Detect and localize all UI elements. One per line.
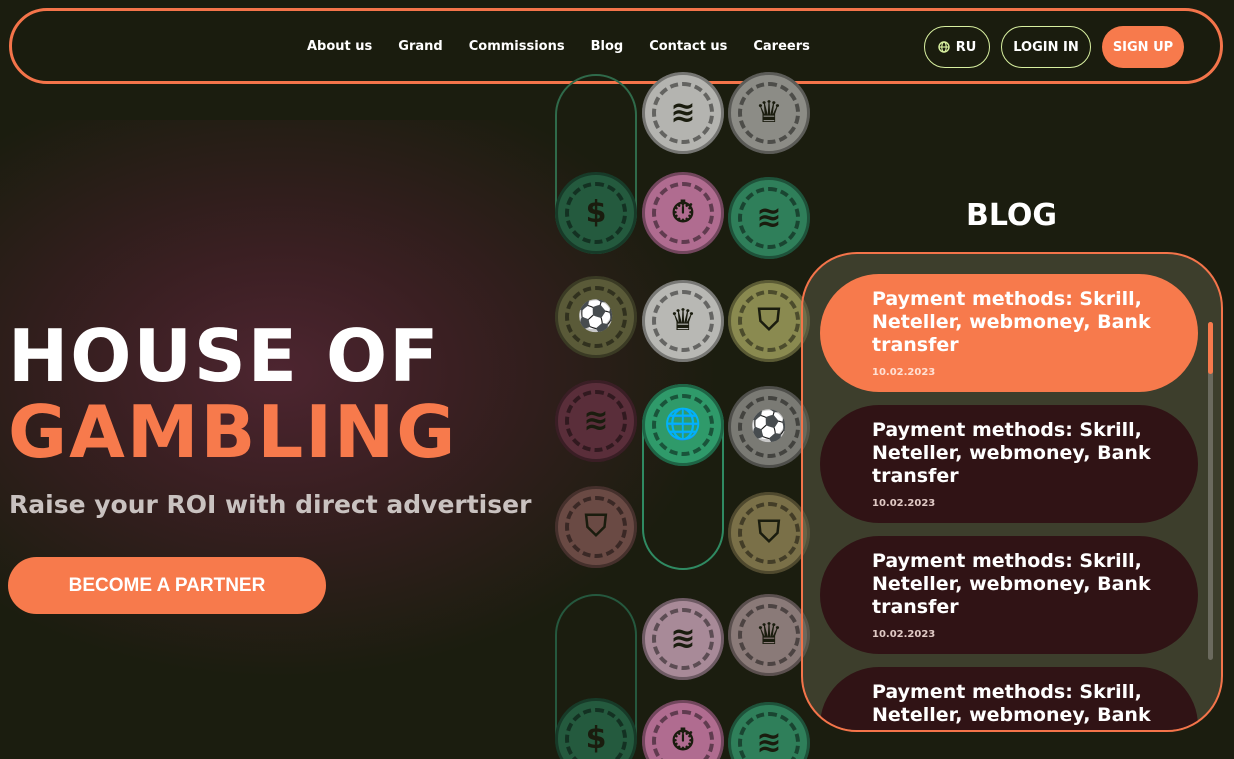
- nav-link-commissions[interactable]: Commissions: [469, 39, 565, 54]
- signup-button[interactable]: SIGN UP: [1102, 26, 1184, 68]
- crown-chip-icon: ♛: [728, 594, 810, 676]
- blog-card-title: Payment methods: Skrill, Neteller, webmo…: [872, 419, 1151, 487]
- shield-chip-icon: ⛉: [555, 486, 637, 568]
- logo-chip-icon: ≋: [728, 177, 810, 259]
- nav-link-blog[interactable]: Blog: [591, 39, 624, 54]
- nav-links: About us Grand Commissions Blog Contact …: [307, 11, 810, 81]
- logo-chip-icon: ≋: [728, 702, 810, 759]
- logo-chip-icon: ≋: [555, 380, 637, 462]
- crown-chip-icon: ♛: [728, 72, 810, 154]
- blog-card-title: Payment methods: Skrill, Neteller, webmo…: [872, 681, 1151, 730]
- nav-link-contact-us[interactable]: Contact us: [649, 39, 727, 54]
- top-navbar: About us Grand Commissions Blog Contact …: [9, 8, 1223, 84]
- hero-title: HOUSE OF GAMBLING: [8, 318, 457, 470]
- nav-link-grand[interactable]: Grand: [398, 39, 442, 54]
- logo-chip-icon: ≋: [642, 598, 724, 680]
- blog-card-title: Payment methods: Skrill, Neteller, webmo…: [872, 288, 1151, 356]
- blog-card-title: Payment methods: Skrill, Neteller, webmo…: [872, 550, 1151, 618]
- blog-panel: Payment methods: Skrill, Neteller, webmo…: [801, 252, 1223, 732]
- timer-chip-icon: ⏱: [642, 700, 724, 759]
- login-button[interactable]: LOGIN IN: [1001, 26, 1091, 68]
- blog-card[interactable]: Payment methods: Skrill, Neteller, webmo…: [820, 536, 1198, 654]
- dollar-chip-icon: $: [555, 172, 637, 254]
- football-chip-icon: ⚽: [555, 276, 637, 358]
- hero-subtitle: Raise your ROI with direct advertiser: [9, 490, 532, 519]
- blog-card[interactable]: Payment methods: Skrill, Neteller, webmo…: [820, 405, 1198, 523]
- blog-card-date: 10.02.2023: [872, 367, 936, 378]
- blog-scrollbar-thumb[interactable]: [1208, 322, 1213, 374]
- blog-card-date: 10.02.2023: [872, 498, 936, 509]
- language-label: RU: [955, 39, 977, 55]
- hero-title-line1: HOUSE OF: [8, 314, 441, 398]
- nav-link-about-us[interactable]: About us: [307, 39, 372, 54]
- globe-icon: [938, 41, 950, 53]
- globe-chip-icon: 🌐: [642, 384, 724, 466]
- timer-chip-icon: ⏱: [642, 172, 724, 254]
- logo-chip-icon: ≋: [642, 72, 724, 154]
- crown-chip-icon: ♛: [642, 280, 724, 362]
- football-chip-icon: ⚽: [728, 386, 810, 468]
- blog-card[interactable]: Payment methods: Skrill, Neteller, webmo…: [820, 667, 1198, 730]
- hero-title-line2: GAMBLING: [8, 390, 458, 474]
- blog-card[interactable]: Payment methods: Skrill, Neteller, webmo…: [820, 274, 1198, 392]
- blog-card-date: 10.02.2023: [872, 629, 936, 640]
- become-partner-button[interactable]: BECOME A PARTNER: [8, 557, 326, 614]
- blog-heading: BLOG: [966, 198, 1058, 233]
- shield-chip-icon: ⛉: [728, 492, 810, 574]
- decorative-chip-grid: ≋ ♛ $ ⏱ ≋ ⚽ ♛ ⛉ ≋ 🌐 ⚽ ⛉ ⛉ ≋ ♛ $ ⏱ ≋: [548, 72, 818, 759]
- shield-chip-icon: ⛉: [728, 280, 810, 362]
- nav-link-careers[interactable]: Careers: [753, 39, 810, 54]
- language-button[interactable]: RU: [924, 26, 990, 68]
